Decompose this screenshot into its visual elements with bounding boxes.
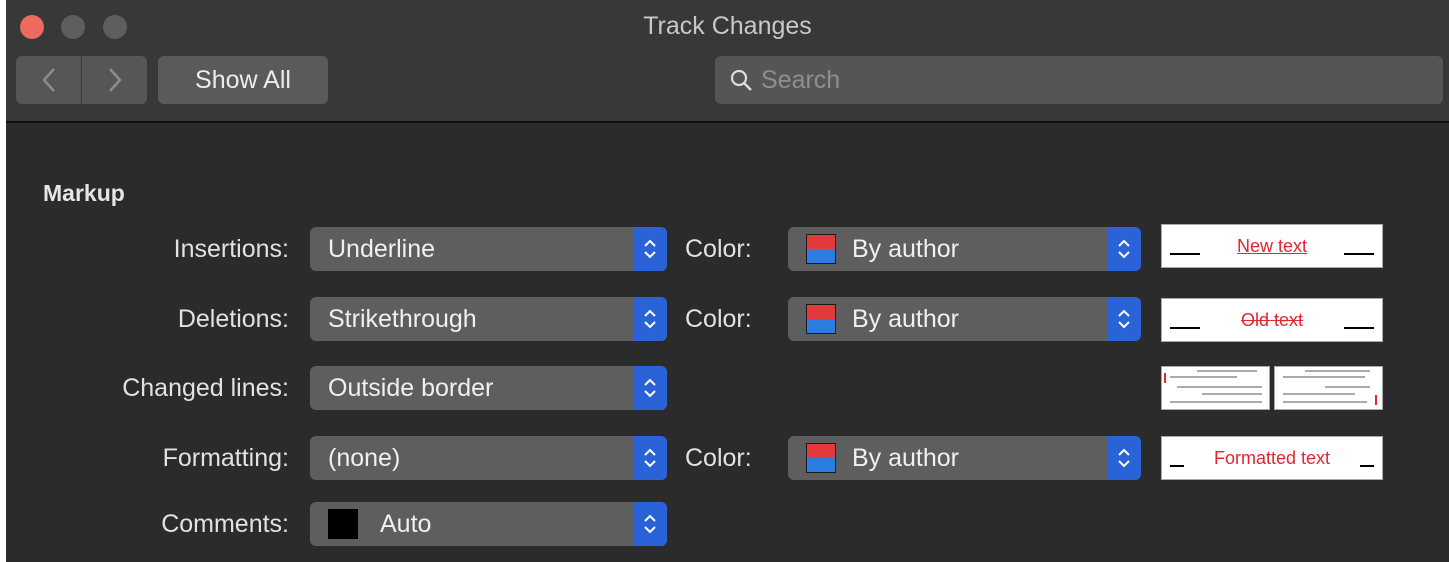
search-field[interactable] (715, 56, 1443, 104)
chevron-right-icon (108, 68, 122, 92)
up-down-chevron-icon (633, 366, 667, 410)
color-swatch-icon (806, 443, 836, 473)
insertions-color-value: By author (852, 234, 960, 263)
up-down-chevron-icon (633, 502, 667, 546)
color-swatch-icon (806, 304, 836, 334)
formatting-preview-text: Formatted text (1213, 447, 1331, 468)
changed-lines-label: Changed lines: (122, 374, 289, 402)
titlebar-toolbar: Track Changes Show All (6, 0, 1449, 123)
insertions-preview-text: New text (1236, 235, 1308, 256)
insertions-color-label: Color: (685, 235, 752, 263)
changed-lines-value: Outside border (328, 373, 494, 402)
forward-button[interactable] (81, 56, 147, 104)
back-button[interactable] (16, 56, 81, 104)
markup-section-title: Markup (43, 180, 125, 206)
deletions-label: Deletions: (177, 305, 289, 333)
changed-lines-preview (1161, 366, 1383, 410)
formatting-color-label: Color: (685, 444, 752, 472)
track-changes-window: Track Changes Show All Search Markup Ins… (6, 0, 1449, 562)
deletions-popup[interactable]: Strikethrough (310, 297, 667, 341)
formatting-color-value: By author (852, 443, 960, 472)
up-down-chevron-icon (1107, 297, 1141, 341)
deletions-value: Strikethrough (328, 304, 477, 333)
deletions-preview: Old text (1161, 298, 1383, 342)
insertions-label: Insertions: (173, 235, 289, 263)
up-down-chevron-icon (633, 436, 667, 480)
changed-lines-popup[interactable]: Outside border (310, 366, 667, 410)
comments-value: Auto (380, 509, 432, 538)
chevron-left-icon (41, 68, 55, 92)
insertions-value: Underline (328, 234, 436, 263)
black-swatch-icon (328, 509, 358, 539)
deletions-color-value: By author (852, 304, 960, 333)
formatting-value: (none) (328, 443, 401, 472)
show-all-button[interactable]: Show All (158, 56, 328, 104)
insertions-popup[interactable]: Underline (310, 227, 667, 271)
insertions-preview: New text (1161, 224, 1383, 268)
comments-label: Comments: (161, 510, 289, 538)
formatting-color-popup[interactable]: By author (788, 436, 1141, 480)
up-down-chevron-icon (1107, 227, 1141, 271)
formatting-preview: Formatted text (1161, 436, 1383, 480)
comments-popup[interactable]: Auto (310, 502, 667, 546)
up-down-chevron-icon (1107, 436, 1141, 480)
window-title: Track Changes (643, 12, 812, 40)
changed-lines-left-border-preview (1161, 366, 1270, 410)
nav-buttons (16, 56, 147, 104)
up-down-chevron-icon (633, 227, 667, 271)
formatting-label: Formatting: (162, 444, 289, 472)
insertions-color-popup[interactable]: By author (788, 227, 1141, 271)
deletions-preview-text: Old text (1240, 309, 1304, 330)
up-down-chevron-icon (633, 297, 667, 341)
deletions-color-popup[interactable]: By author (788, 297, 1141, 341)
formatting-popup[interactable]: (none) (310, 436, 667, 480)
search-input[interactable] (761, 60, 1443, 100)
color-swatch-icon (806, 234, 836, 264)
changed-lines-right-border-preview (1274, 366, 1383, 410)
search-icon (729, 68, 753, 92)
deletions-color-label: Color: (685, 305, 752, 333)
